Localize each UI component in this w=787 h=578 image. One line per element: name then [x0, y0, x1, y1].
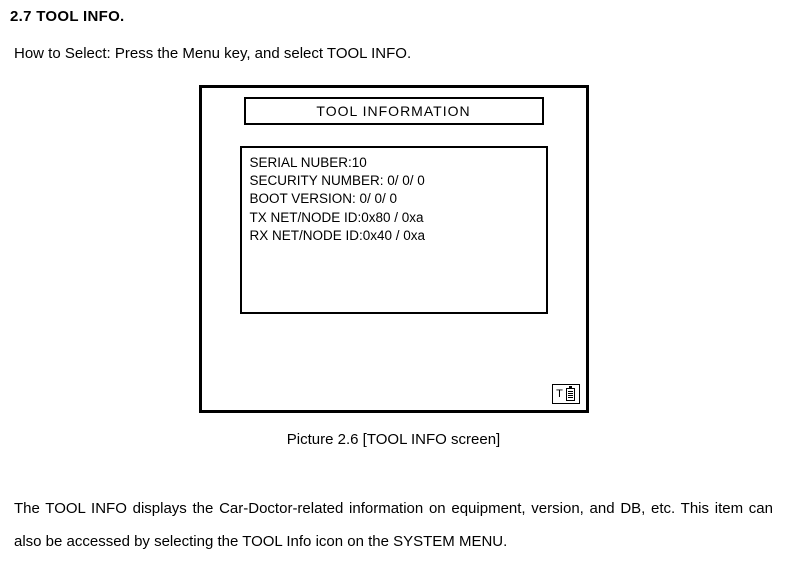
- figure-caption: Picture 2.6 [TOOL INFO screen]: [10, 429, 777, 452]
- device-screenshot: TOOL INFORMATION SERIAL NUBER:10 SECURIT…: [10, 85, 777, 413]
- info-line: BOOT VERSION: 0/ 0/ 0: [250, 190, 538, 208]
- info-line: SERIAL NUBER:10: [250, 154, 538, 172]
- antenna-icon: T: [556, 389, 563, 400]
- how-to-select: How to Select: Press the Menu key, and s…: [14, 43, 777, 66]
- status-bar: T: [552, 384, 580, 404]
- body-paragraph: The TOOL INFO displays the Car-Doctor-re…: [14, 492, 773, 558]
- info-panel: SERIAL NUBER:10 SECURITY NUMBER: 0/ 0/ 0…: [240, 146, 548, 314]
- screen-title: TOOL INFORMATION: [244, 97, 544, 125]
- section-heading: 2.7 TOOL INFO.: [10, 6, 777, 29]
- battery-icon: [566, 388, 575, 401]
- device-screen: TOOL INFORMATION SERIAL NUBER:10 SECURIT…: [199, 85, 589, 413]
- info-line: TX NET/NODE ID:0x80 / 0xa: [250, 209, 538, 227]
- info-line: RX NET/NODE ID:0x40 / 0xa: [250, 227, 538, 245]
- info-line: SECURITY NUMBER: 0/ 0/ 0: [250, 172, 538, 190]
